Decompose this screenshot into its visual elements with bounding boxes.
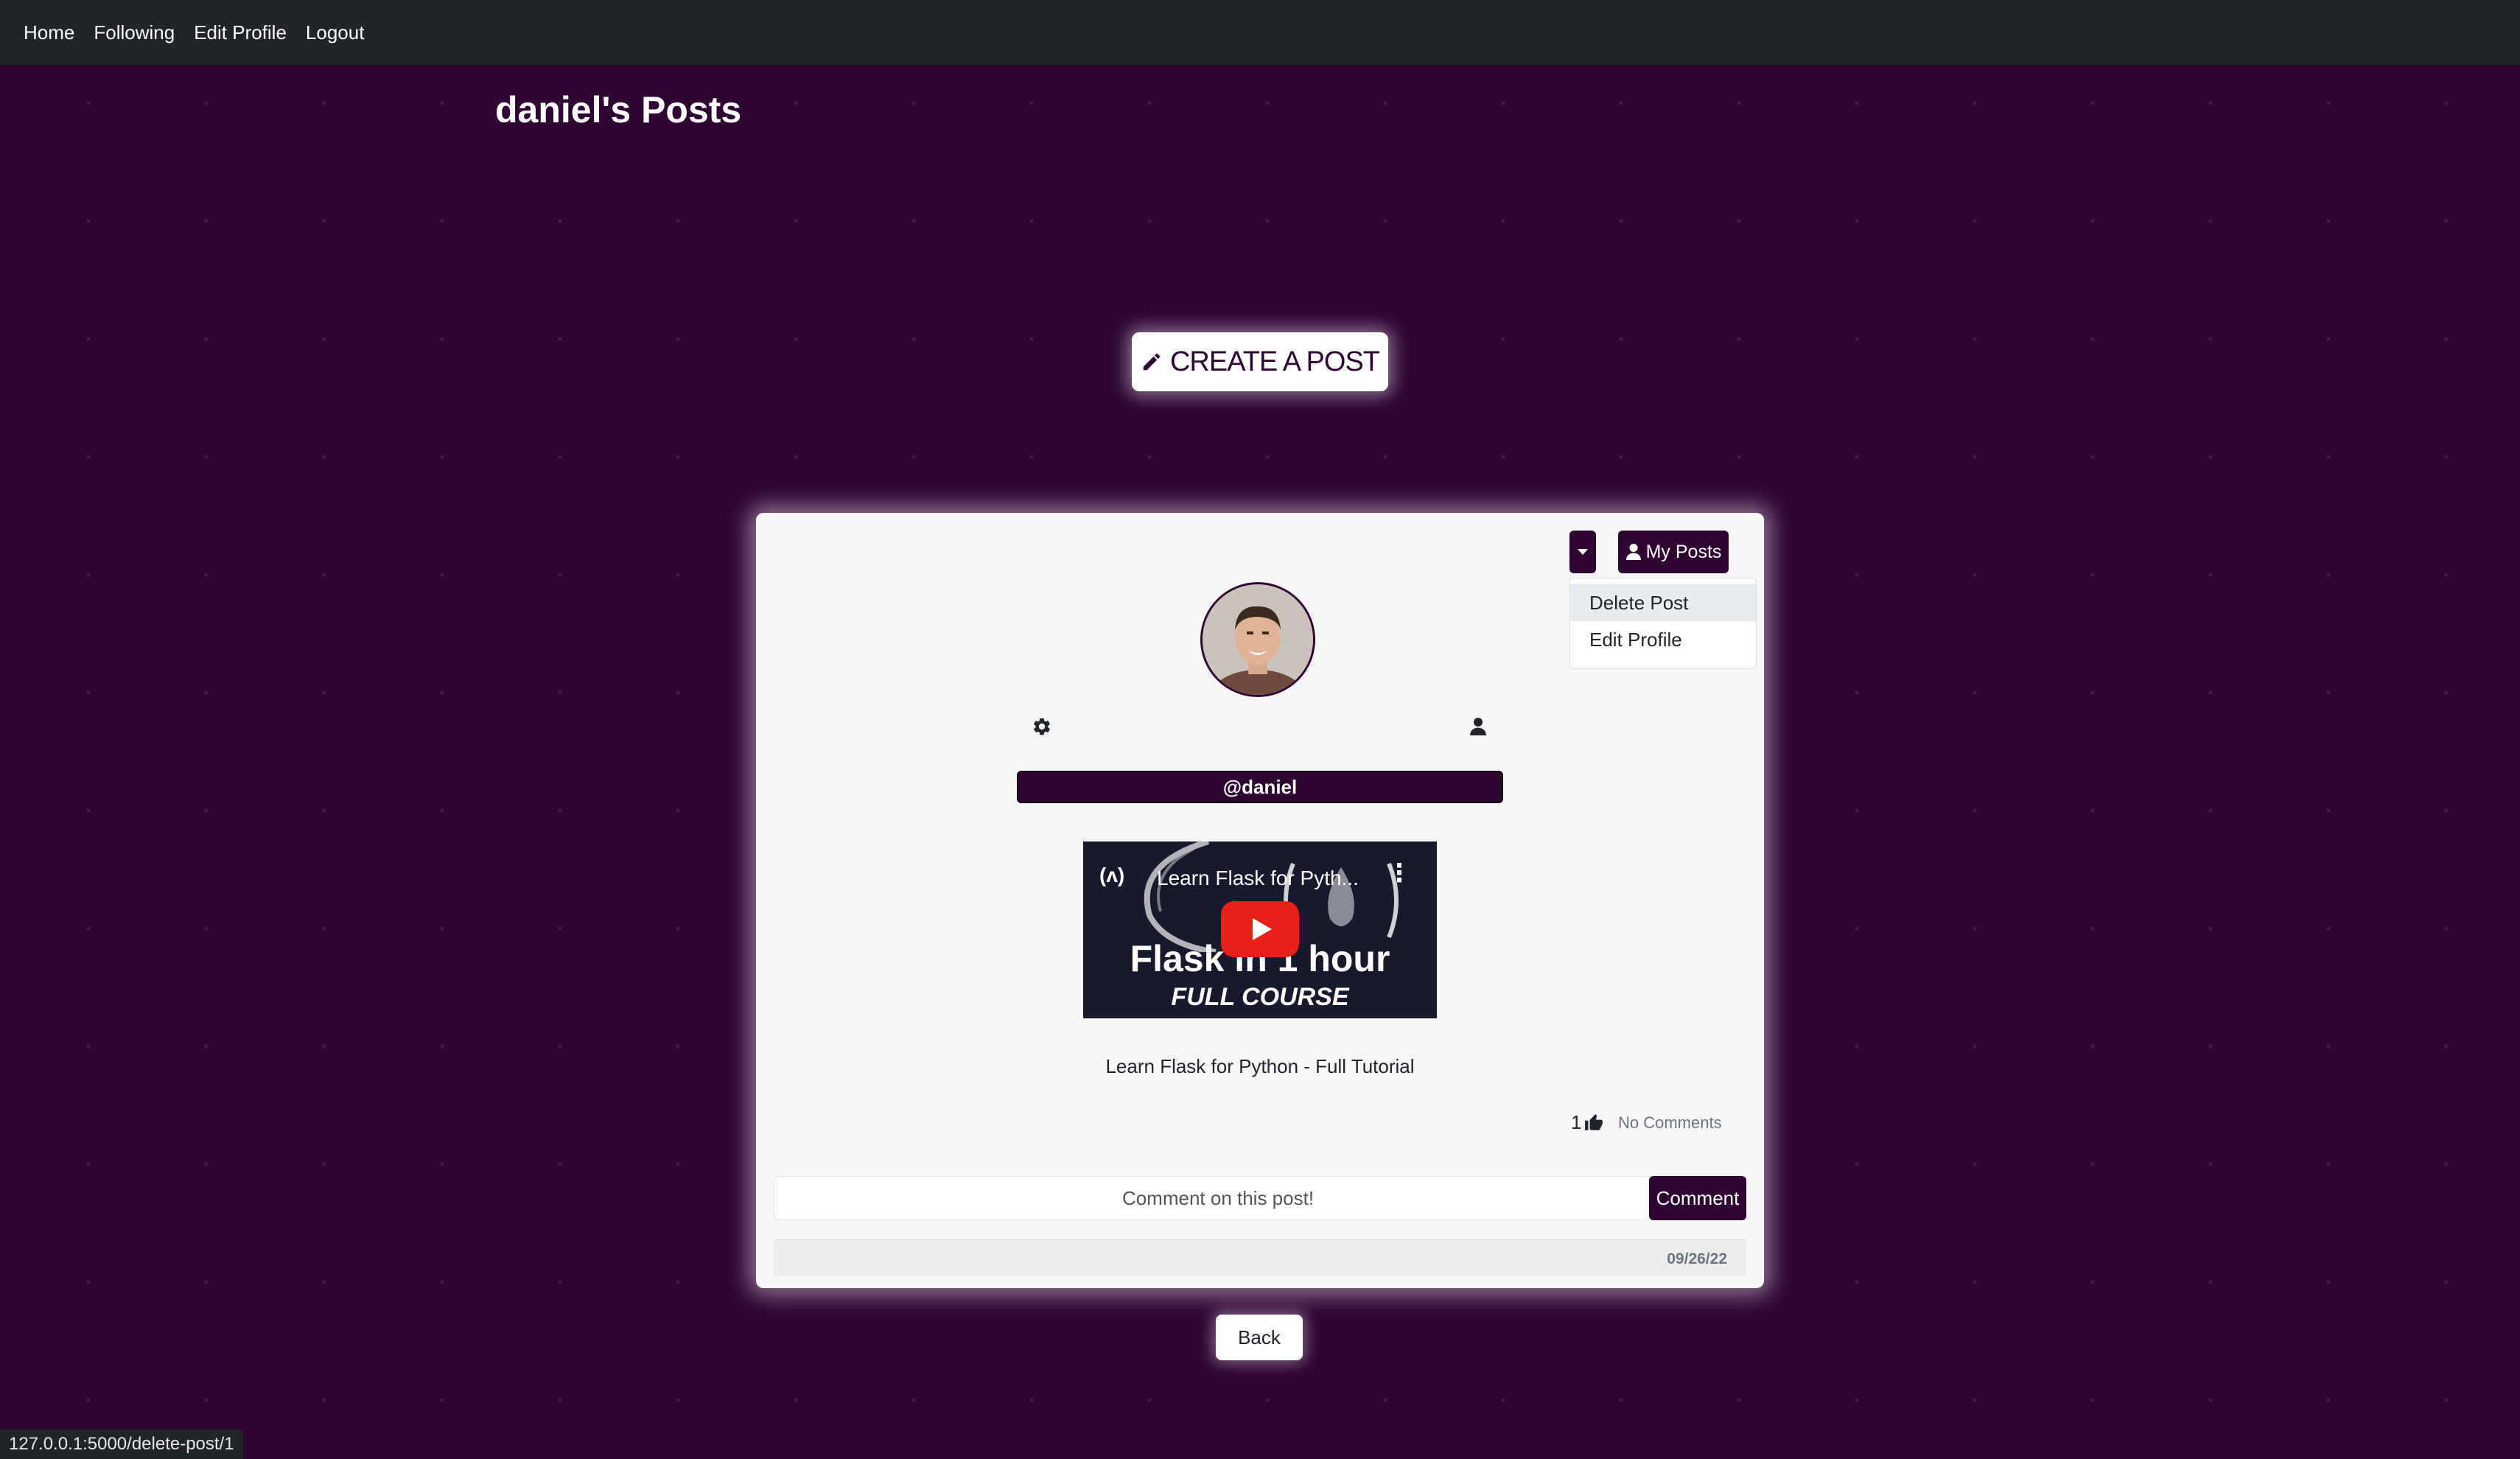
more-options-icon[interactable]: ⋮: [1387, 861, 1412, 886]
caret-down-icon: [1578, 549, 1588, 555]
thumbs-up-icon: [1585, 1113, 1603, 1130]
nav-edit-profile[interactable]: Edit Profile: [194, 21, 287, 44]
comments-link[interactable]: No Comments: [1618, 1113, 1722, 1133]
page-title: daniel's Posts: [495, 89, 742, 130]
my-posts-button[interactable]: My Posts: [1618, 531, 1729, 573]
like-count: 1: [1571, 1111, 1582, 1133]
top-navbar: Home Following Edit Profile Logout: [0, 0, 2520, 65]
create-post-button[interactable]: CREATE A POST: [1132, 332, 1388, 391]
post-date: 09/26/22: [1667, 1250, 1727, 1267]
post-dropdown-toggle[interactable]: [1569, 531, 1596, 573]
back-button[interactable]: Back: [1216, 1315, 1303, 1360]
video-title[interactable]: Learn Flask for Pyth...: [1157, 867, 1359, 890]
post-caption: Learn Flask for Python - Full Tutorial: [1105, 1055, 1415, 1077]
avatar[interactable]: [1200, 582, 1315, 697]
my-posts-label: My Posts: [1645, 541, 1722, 562]
play-button[interactable]: [1221, 901, 1299, 957]
nav-home[interactable]: Home: [24, 21, 74, 44]
user-icon: [1625, 544, 1641, 560]
user-icon[interactable]: [1469, 716, 1487, 737]
gear-icon[interactable]: [1032, 716, 1052, 737]
username-badge[interactable]: @daniel: [1017, 771, 1503, 803]
nav-logout[interactable]: Logout: [306, 21, 365, 44]
pencil-icon: [1143, 353, 1161, 371]
channel-logo: (ʌ): [1099, 864, 1125, 886]
video-embed[interactable]: (ʌ) Learn Flask for Pyth... ⋮ Flask in 1…: [1083, 842, 1437, 1018]
comment-input[interactable]: [774, 1176, 1662, 1220]
play-icon: [1253, 918, 1272, 940]
post-card: My Posts Delete Post Edit Profile @danie…: [756, 513, 1764, 1288]
comment-button[interactable]: Comment: [1649, 1176, 1746, 1220]
menu-item-edit-profile[interactable]: Edit Profile: [1570, 621, 1756, 658]
swirl-graphic: [1144, 842, 1217, 952]
status-bar-url: 127.0.0.1:5000/delete-post/1: [0, 1430, 243, 1459]
menu-item-delete-post[interactable]: Delete Post: [1570, 584, 1756, 621]
nav-following[interactable]: Following: [94, 21, 175, 44]
create-post-label: CREATE A POST: [1169, 346, 1380, 377]
card-footer: 09/26/22: [774, 1239, 1746, 1276]
video-thumbnail-subtitle: FULL COURSE: [1171, 983, 1349, 1011]
like-button[interactable]: 1: [1571, 1111, 1603, 1134]
post-dropdown-menu: Delete Post Edit Profile: [1569, 578, 1757, 669]
avatar-image: [1203, 584, 1313, 695]
